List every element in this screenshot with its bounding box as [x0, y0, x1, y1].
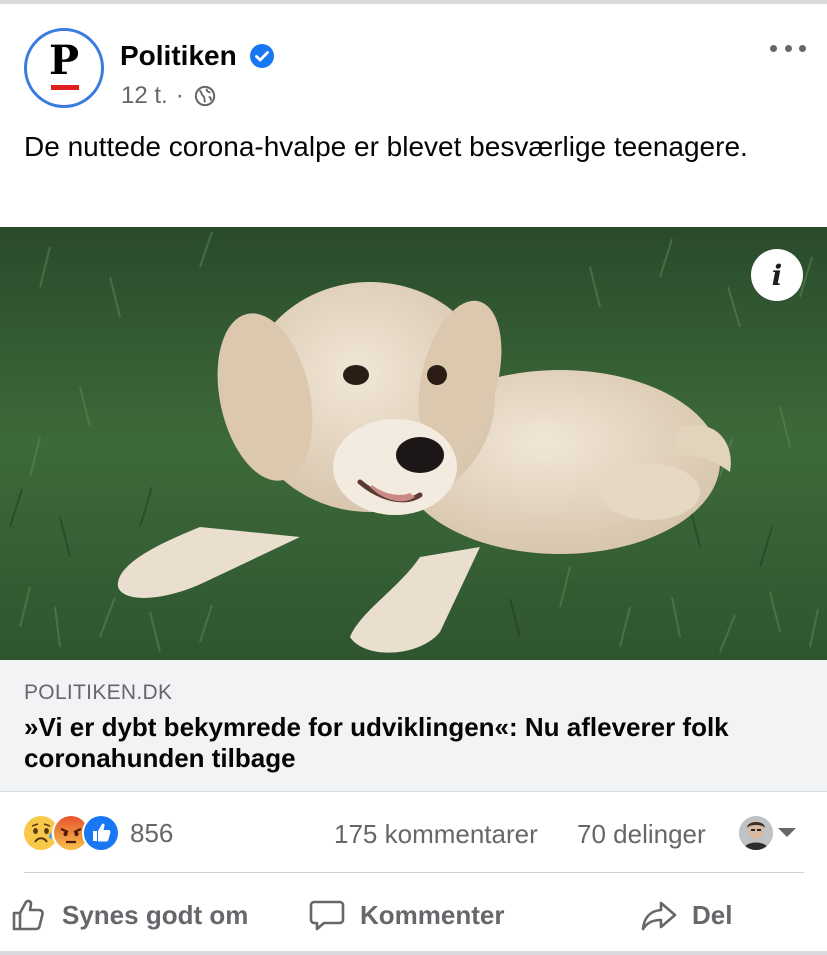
post-meta: 12 t. ·: [121, 81, 216, 111]
image-info-button[interactable]: i: [751, 249, 803, 301]
reaction-count: 856: [130, 817, 174, 848]
comments-count[interactable]: 175 kommentarer: [334, 818, 538, 850]
viewer-avatar[interactable]: [739, 816, 773, 850]
logo-letter: P: [48, 37, 80, 84]
comment-bubble-icon: [309, 900, 345, 931]
share-button[interactable]: Del: [640, 893, 732, 937]
share-arrow-icon: [641, 901, 677, 931]
post-text: De nuttede corona-hvalpe er blevet besvæ…: [24, 131, 748, 162]
actions-divider: [24, 872, 804, 873]
link-domain: POLITIKEN.DK: [24, 681, 173, 704]
chevron-down-icon[interactable]: [778, 828, 796, 837]
shares-count[interactable]: 70 delinger: [577, 818, 706, 850]
meta-separator: ·: [175, 82, 184, 109]
more-options-button[interactable]: [770, 36, 806, 60]
like-button[interactable]: Synes godt om: [10, 893, 248, 937]
more-dot: [770, 44, 777, 52]
bottom-separator: [0, 951, 827, 955]
thumbs-up-icon: [12, 899, 44, 931]
verified-badge-icon: [250, 44, 274, 68]
page-name[interactable]: Politiken: [120, 38, 237, 74]
page-avatar[interactable]: P: [24, 28, 104, 108]
like-reaction-icon: [82, 814, 120, 852]
share-label: Del: [692, 899, 733, 930]
link-title[interactable]: »Vi er dybt bekymrede for udviklingen«: …: [24, 712, 814, 774]
more-dot: [784, 44, 792, 52]
post-image[interactable]: [0, 227, 827, 660]
post-time[interactable]: 12 t.: [121, 81, 168, 111]
like-label: Synes godt om: [62, 899, 249, 930]
logo-red-bar: [51, 85, 79, 90]
comment-button[interactable]: Kommenter: [308, 893, 504, 937]
puppy-on-grass-image: [0, 227, 827, 660]
globe-icon: [194, 85, 215, 107]
more-dot: [799, 44, 806, 52]
reactions-summary[interactable]: 856: [22, 814, 173, 852]
politiken-logo: P: [29, 33, 99, 103]
top-separator: [0, 0, 827, 4]
comment-label: Kommenter: [360, 899, 505, 930]
